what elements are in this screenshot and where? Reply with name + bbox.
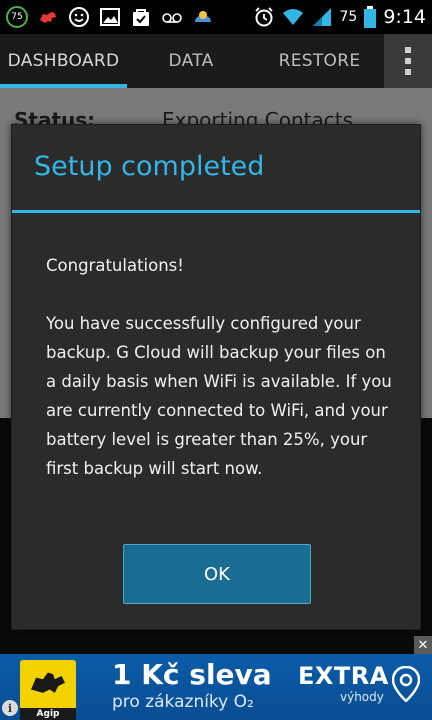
setup-completed-dialog: Setup completed Congratulations! You hav… [11,124,421,630]
image-icon [99,6,121,28]
agip-logo: Agip [20,660,76,720]
dialog-greeting: Congratulations! [46,256,184,275]
notification-count-icon: 75 [6,6,28,28]
wifi-icon [282,6,304,28]
dialog-divider [12,210,420,213]
dialog-body-text: You have successfully configured your ba… [46,314,392,478]
shopping-bag-check-icon [130,6,152,28]
status-bar: 75 75 9:14 [0,0,432,34]
overflow-menu-icon[interactable] [384,34,432,88]
battery-level: 75 [339,9,358,25]
agip-label: Agip [20,708,76,720]
tab-bar: DASHBOARD DATA RESTORE [0,34,432,88]
ad-headline: 1 Kč sleva [112,658,272,691]
voicemail-icon [161,6,183,28]
alarm-icon [253,6,275,28]
ad-extra-sublabel: výhody [340,690,384,704]
smiley-icon [68,6,90,28]
dog-notification-icon [37,6,59,28]
ad-close-icon[interactable]: ✕ [414,636,432,654]
ad-top-strip [0,636,432,654]
location-pin-icon [392,666,420,702]
dialog-message: Congratulations! You have successfully c… [46,251,398,483]
dialog-title: Setup completed [34,151,265,182]
ad-subline: pro zákazníky O₂ [112,692,254,712]
tab-data[interactable]: DATA [127,34,255,88]
ad-info-icon[interactable]: i [2,700,18,716]
signal-icon [311,6,333,28]
agip-dog-icon [31,672,65,693]
ok-button[interactable]: OK [123,544,311,604]
clock: 9:14 [383,6,426,28]
ad-extra-label: EXTRA [298,662,389,690]
ad-banner[interactable]: ✕ Agip 1 Kč sleva pro zákazníky O₂ EXTRA… [0,636,432,720]
weather-icon [192,6,214,28]
tab-restore[interactable]: RESTORE [255,34,384,88]
tab-dashboard[interactable]: DASHBOARD [0,34,127,88]
battery-icon [364,6,377,28]
